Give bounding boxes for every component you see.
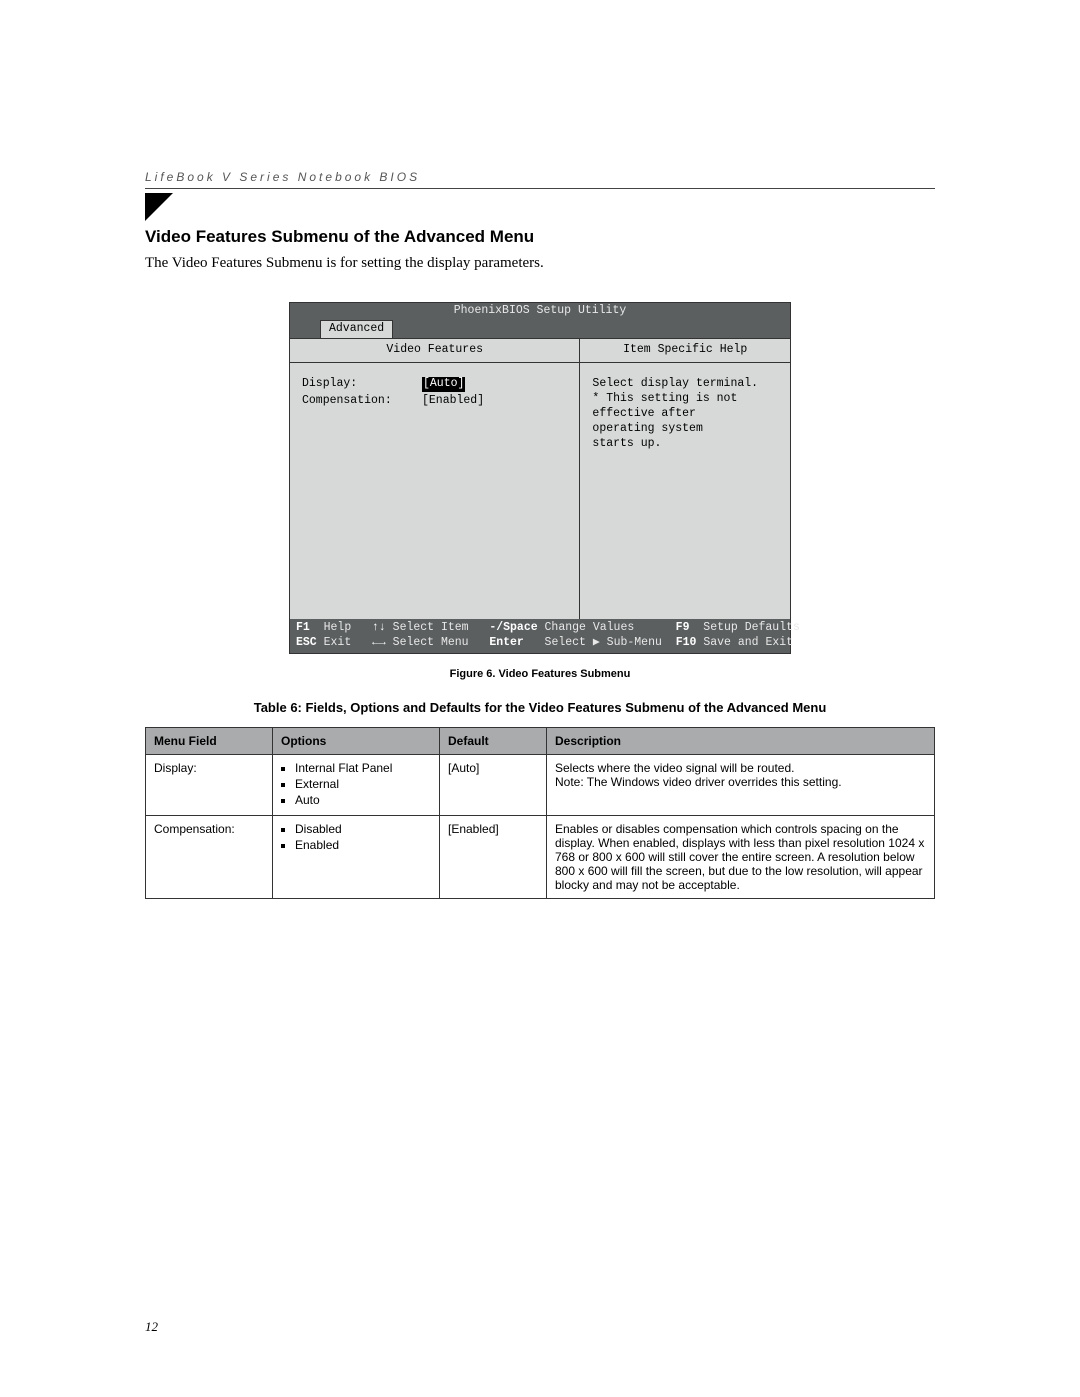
cell-default: [Enabled]: [440, 815, 547, 898]
bios-screenshot: PhoenixBIOS Setup Utility Advanced Video…: [289, 302, 791, 654]
cell-options: Disabled Enabled: [273, 815, 440, 898]
corner-triangle-icon: [145, 193, 173, 221]
th-menu-field: Menu Field: [146, 727, 273, 754]
help-line: effective after: [592, 407, 778, 422]
bios-footer: F1 Help ↑↓ Select Item -/Space Change Va…: [290, 619, 790, 653]
bios-right-title: Item Specific Help: [580, 339, 790, 363]
cell-description: Selects where the video signal will be r…: [547, 754, 935, 815]
field-value: [Auto]: [422, 377, 465, 392]
key-esc: ESC: [296, 636, 317, 649]
field-label: Compensation:: [302, 394, 422, 409]
th-default: Default: [440, 727, 547, 754]
option-item: Enabled: [295, 838, 431, 852]
table-row: Display: Internal Flat Panel External Au…: [146, 754, 935, 815]
key-f1: F1: [296, 621, 310, 634]
bios-field-display: Display: [Auto]: [302, 377, 567, 392]
th-description: Description: [547, 727, 935, 754]
bios-left-title: Video Features: [290, 339, 579, 363]
bios-tab-advanced: Advanced: [320, 320, 393, 338]
help-line: starts up.: [592, 437, 778, 452]
bios-title: PhoenixBIOS Setup Utility: [290, 303, 790, 320]
action-change-values: Change Values: [545, 621, 635, 634]
features-table: Menu Field Options Default Description D…: [145, 727, 935, 899]
key-f10: F10: [676, 636, 697, 649]
section-heading: Video Features Submenu of the Advanced M…: [145, 227, 935, 247]
cell-field: Display:: [146, 754, 273, 815]
option-item: Auto: [295, 793, 431, 807]
bios-field-compensation: Compensation: [Enabled]: [302, 394, 567, 409]
field-label: Display:: [302, 377, 422, 392]
field-value: [Enabled]: [422, 394, 484, 409]
cell-options: Internal Flat Panel External Auto: [273, 754, 440, 815]
action-save-exit: Save and Exit: [703, 636, 793, 649]
cell-field: Compensation:: [146, 815, 273, 898]
key-enter: Enter: [489, 636, 524, 649]
cell-default: [Auto]: [440, 754, 547, 815]
action-select-menu: Select Menu: [393, 636, 469, 649]
cell-description: Enables or disables compensation which c…: [547, 815, 935, 898]
action-setup-defaults: Setup Defaults: [703, 621, 800, 634]
key-updown: ↑↓: [372, 621, 386, 634]
help-line: Select display terminal.: [592, 377, 778, 392]
th-options: Options: [273, 727, 440, 754]
action-select-submenu: Select ▶ Sub-Menu: [545, 636, 662, 649]
option-item: External: [295, 777, 431, 791]
table-caption: Table 6: Fields, Options and Defaults fo…: [145, 700, 935, 715]
option-item: Internal Flat Panel: [295, 761, 431, 775]
key-f9: F9: [676, 621, 690, 634]
bios-help: Select display terminal. * This setting …: [580, 363, 790, 619]
help-line: operating system: [592, 422, 778, 437]
action-exit: Exit: [324, 636, 352, 649]
bios-menubar: Advanced: [290, 320, 790, 338]
table-row: Compensation: Disabled Enabled [Enabled]…: [146, 815, 935, 898]
page-number: 12: [145, 1319, 158, 1335]
help-line: * This setting is not: [592, 392, 778, 407]
action-help: Help: [324, 621, 352, 634]
key-space: -/Space: [489, 621, 537, 634]
action-select-item: Select Item: [393, 621, 469, 634]
bios-fields: Display: [Auto] Compensation: [Enabled]: [290, 363, 579, 619]
figure-caption: Figure 6. Video Features Submenu: [145, 668, 935, 680]
option-item: Disabled: [295, 822, 431, 836]
intro-paragraph: The Video Features Submenu is for settin…: [145, 255, 935, 272]
key-leftright: ←→: [372, 636, 386, 649]
running-header: LifeBook V Series Notebook BIOS: [145, 170, 935, 189]
